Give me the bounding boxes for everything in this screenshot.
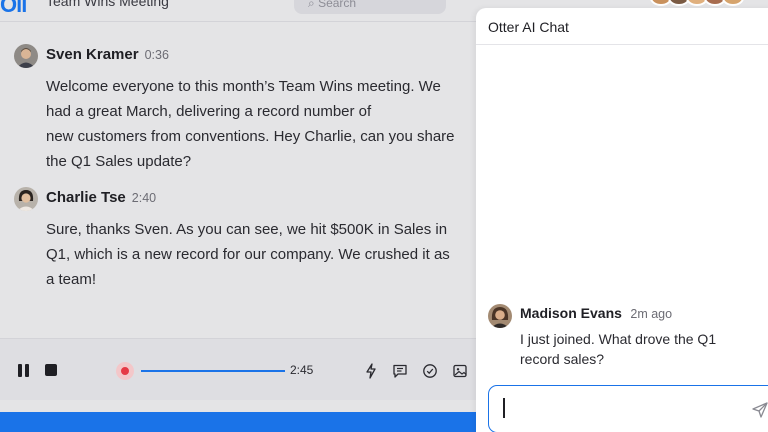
participant-avatars[interactable] (650, 0, 760, 6)
otter-logo[interactable]: Oll (0, 0, 27, 18)
timestamp[interactable]: 0:36 (145, 48, 169, 62)
utterance-text: Sure, thanks Sven. As you can see, we hi… (46, 217, 486, 292)
transcript-panel: Sven Kramer 0:36 Welcome everyone to this… (0, 30, 478, 330)
chat-line: I just joined. What drove the Q1 (520, 331, 717, 347)
comment-icon[interactable] (392, 363, 408, 379)
speaker-name[interactable]: Charlie Tse (46, 189, 126, 206)
search-placeholder: Search (318, 0, 357, 10)
bottom-bar (0, 412, 478, 432)
stop-icon[interactable] (45, 364, 57, 376)
utterance-text: Welcome everyone to this month’s Team Wi… (46, 74, 486, 174)
current-time: 2:45 (290, 363, 314, 377)
timestamp[interactable]: 2:40 (132, 191, 156, 205)
progress-bar[interactable] (141, 370, 285, 372)
utterance-line: the Q1 Sales update? (46, 153, 192, 170)
meeting-title: Team Wins Meeting (46, 0, 169, 9)
utterance-line: Welcome everyone to this month’s Team Wi… (46, 78, 441, 95)
utterance-line: had a great March, delivering a record n… (46, 103, 372, 120)
utterance-line: Q1, which is a new record for our compan… (46, 246, 450, 263)
avatar (722, 0, 744, 6)
chat-input[interactable] (499, 396, 739, 420)
chat-author: Madison Evans (520, 305, 622, 321)
search-icon: ⌕ (308, 0, 319, 10)
utterance-line: new customers from conventions. Hey Char… (46, 128, 455, 145)
avatar (488, 304, 512, 328)
pause-icon[interactable] (18, 364, 30, 377)
chat-message-text: I just joined. What drove the Q1 record … (520, 329, 760, 369)
utterance-line: a team! (46, 271, 97, 288)
text-caret (503, 398, 505, 418)
speaker-name[interactable]: Sven Kramer (46, 46, 139, 63)
top-header: Oll Team Wins Meeting ⌕ Search (0, 0, 744, 22)
chat-time: 2m ago (630, 307, 673, 321)
progress-fill (141, 370, 285, 372)
send-icon[interactable] (751, 401, 768, 419)
chat-input-box[interactable] (488, 385, 768, 432)
chat-panel: Otter AI Chat Madison Evans 2m ago I jus… (476, 8, 768, 432)
chat-line: record sales? (520, 351, 605, 367)
speaker-avatar (14, 44, 38, 68)
utterance-line: Sure, thanks Sven. As you can see, we hi… (46, 221, 448, 238)
action-item-icon[interactable] (422, 363, 438, 379)
speaker-avatar (14, 187, 38, 211)
highlight-icon[interactable] (363, 363, 379, 379)
image-icon[interactable] (452, 363, 468, 379)
audio-player: 2:45 (0, 338, 478, 400)
search-input[interactable]: ⌕ Search (294, 0, 446, 14)
chat-title: Otter AI Chat (476, 8, 768, 45)
record-icon[interactable] (116, 362, 134, 380)
